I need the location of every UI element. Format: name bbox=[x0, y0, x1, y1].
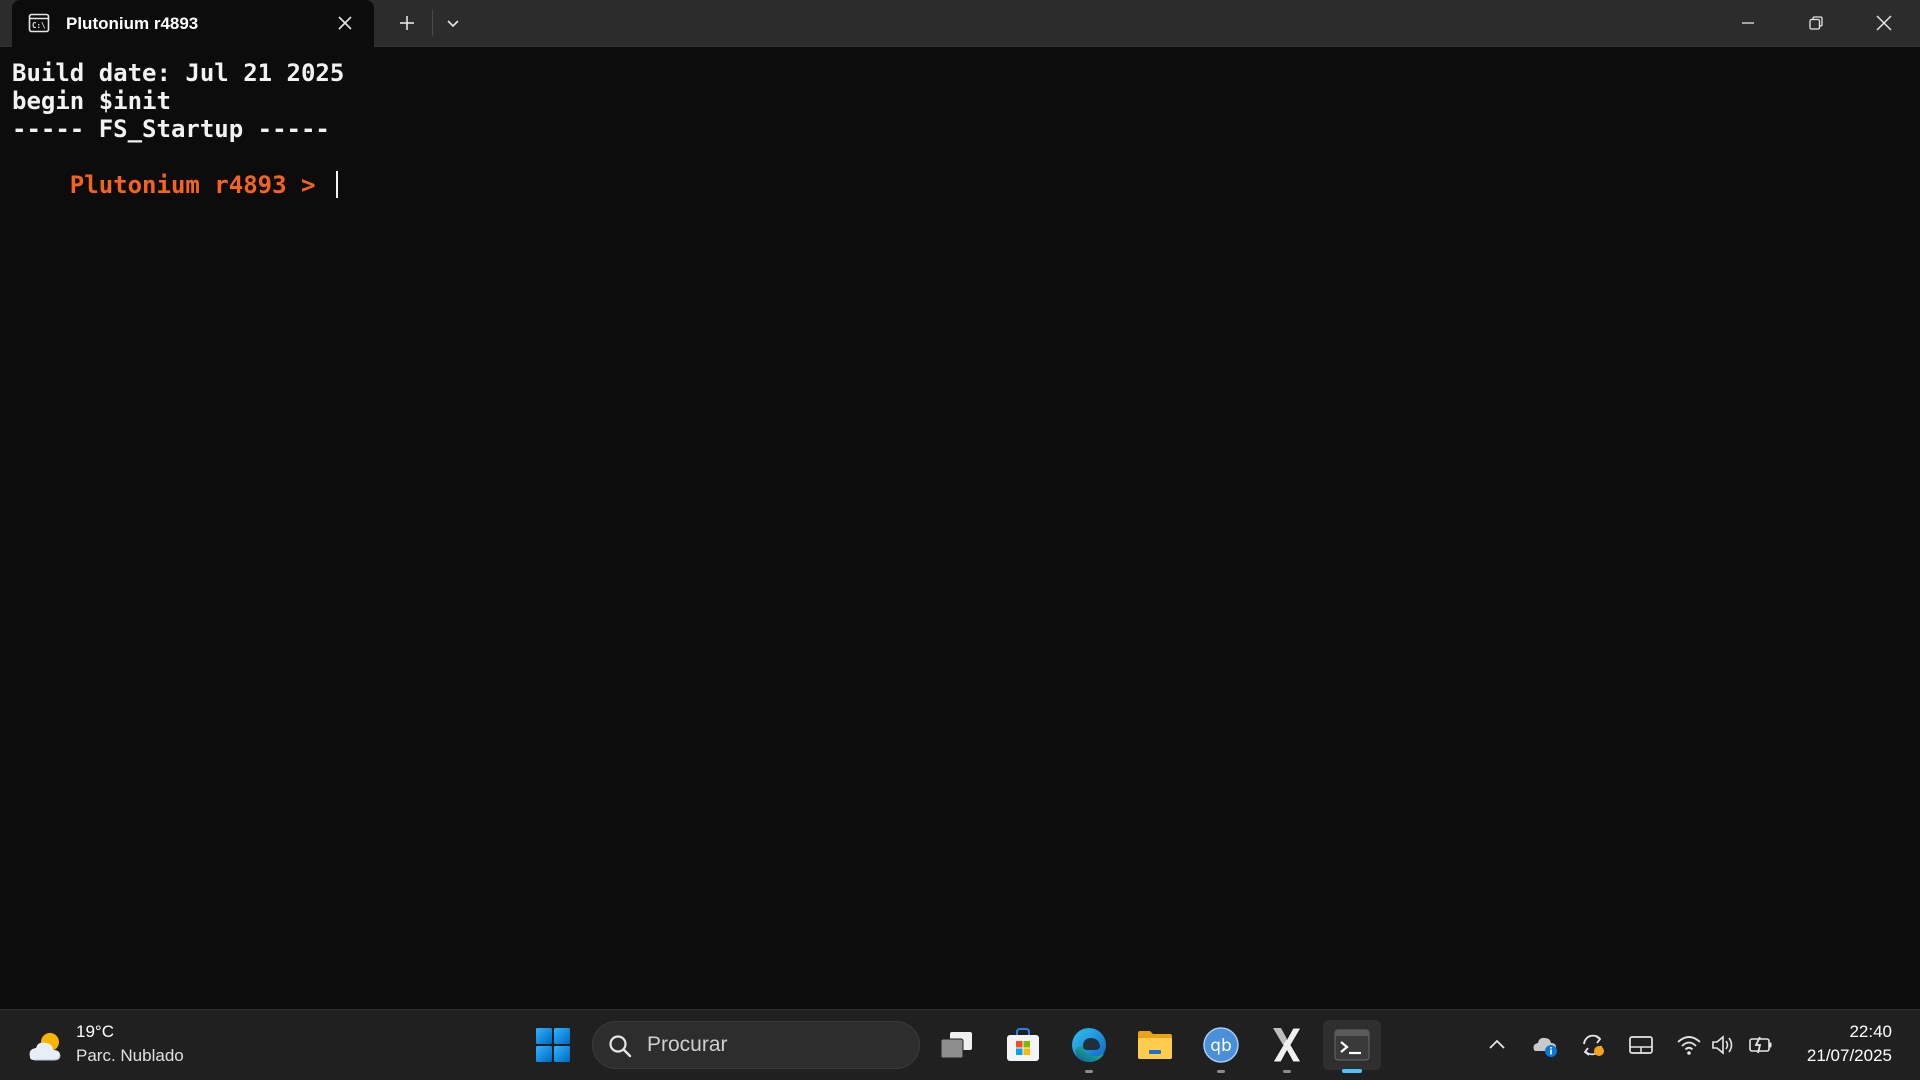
search-icon bbox=[607, 1033, 633, 1059]
search-placeholder: Procurar bbox=[647, 1033, 728, 1056]
start-button[interactable] bbox=[528, 1020, 578, 1070]
tab-plutonium[interactable]: C:\ Plutonium r4893 bbox=[12, 0, 374, 47]
prompt-line[interactable]: Plutonium r4893 > bbox=[12, 143, 338, 199]
clock-date: 21/07/2025 bbox=[1806, 1046, 1892, 1065]
new-tab-button[interactable] bbox=[385, 0, 429, 46]
terminal-output[interactable]: Build date: Jul 21 2025 begin $init ----… bbox=[0, 47, 1920, 1009]
text-cursor bbox=[335, 170, 338, 198]
active-indicator bbox=[1342, 1069, 1362, 1073]
onedrive-button[interactable] bbox=[1530, 1030, 1560, 1060]
tab-title: Plutonium r4893 bbox=[66, 14, 199, 33]
terminal-icon bbox=[1334, 1029, 1370, 1061]
partly-cloudy-icon bbox=[24, 1024, 68, 1068]
chevron-up-icon bbox=[1489, 1039, 1505, 1049]
edge-button[interactable] bbox=[1064, 1020, 1114, 1073]
clock[interactable]: 22:40 21/07/2025 bbox=[1807, 1020, 1892, 1068]
running-indicator bbox=[1283, 1070, 1291, 1073]
file-explorer-button[interactable] bbox=[1130, 1020, 1180, 1070]
edge-icon bbox=[1072, 1028, 1106, 1062]
close-icon bbox=[1876, 15, 1892, 31]
output-line: ----- FS_Startup ----- bbox=[12, 115, 330, 143]
microsoft-store-button[interactable] bbox=[998, 1020, 1048, 1070]
output-line: Build date: Jul 21 2025 bbox=[12, 59, 345, 87]
qbittorrent-button[interactable]: qb bbox=[1196, 1020, 1246, 1073]
minimize-icon bbox=[1742, 22, 1754, 24]
command-prompt: Plutonium r4893 > bbox=[69, 171, 330, 199]
onedrive-icon bbox=[1533, 1037, 1557, 1057]
weather-widget[interactable]: 19°C Parc. Nublado bbox=[24, 1020, 224, 1070]
tab-dropdown-button[interactable] bbox=[431, 0, 475, 46]
volume-button[interactable] bbox=[1708, 1030, 1738, 1060]
start-icon bbox=[536, 1028, 570, 1062]
close-window-button[interactable] bbox=[1850, 0, 1918, 46]
battery-icon bbox=[1749, 1036, 1772, 1054]
wifi-icon bbox=[1677, 1036, 1701, 1055]
output-line: begin $init bbox=[12, 87, 171, 115]
console-icon: C:\ bbox=[28, 12, 50, 34]
minimize-button[interactable] bbox=[1714, 0, 1782, 46]
search-box[interactable]: Procurar bbox=[592, 1021, 920, 1069]
tablet-mode-button[interactable] bbox=[1626, 1030, 1656, 1060]
sync-icon bbox=[1583, 1034, 1604, 1056]
tablet-icon bbox=[1629, 1036, 1653, 1054]
qbittorrent-icon: qb bbox=[1203, 1027, 1239, 1063]
plus-icon bbox=[400, 16, 414, 30]
running-indicator bbox=[1085, 1070, 1093, 1073]
sync-button[interactable] bbox=[1578, 1030, 1608, 1060]
svg-text:qb: qb bbox=[1210, 1036, 1232, 1056]
task-view-button[interactable] bbox=[932, 1020, 982, 1070]
x-app-button[interactable] bbox=[1262, 1020, 1312, 1073]
taskbar: 19°C Parc. Nublado Procurar qb 22:40 21/… bbox=[0, 1009, 1920, 1080]
show-hidden-icons-button[interactable] bbox=[1482, 1030, 1512, 1060]
weather-description: Parc. Nublado bbox=[76, 1046, 184, 1065]
svg-text:C:\: C:\ bbox=[32, 21, 46, 30]
volume-icon bbox=[1712, 1035, 1733, 1055]
clock-time: 22:40 bbox=[1849, 1022, 1892, 1041]
terminal-button[interactable] bbox=[1323, 1020, 1381, 1073]
running-indicator bbox=[1217, 1070, 1225, 1073]
title-bar: C:\ Plutonium r4893 bbox=[0, 0, 1920, 47]
weather-temperature: 19°C bbox=[76, 1022, 114, 1041]
chevron-down-icon bbox=[447, 20, 459, 28]
task-view-icon bbox=[940, 1032, 972, 1059]
restore-icon bbox=[1809, 16, 1823, 30]
network-button[interactable] bbox=[1674, 1030, 1704, 1060]
microsoft-store-icon bbox=[1007, 1028, 1039, 1061]
battery-button[interactable] bbox=[1746, 1030, 1776, 1060]
file-explorer-icon bbox=[1138, 1031, 1172, 1059]
restore-button[interactable] bbox=[1782, 0, 1850, 46]
x-app-icon bbox=[1272, 1027, 1302, 1063]
close-tab-icon[interactable] bbox=[334, 12, 356, 34]
